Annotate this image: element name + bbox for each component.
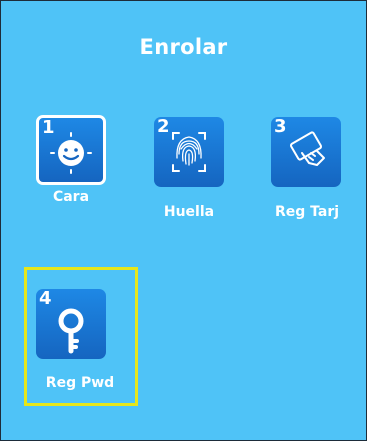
page-title: Enrolar bbox=[139, 35, 228, 59]
key-icon bbox=[58, 308, 84, 354]
enroll-face-button[interactable]: 1 bbox=[36, 115, 106, 185]
enroll-screen: Enrolar 1 Cara 2 Huella 3 Reg Tarj 4 Reg… bbox=[0, 0, 367, 441]
enroll-fingerprint-label: Huella bbox=[163, 204, 215, 220]
card-icon bbox=[289, 131, 325, 166]
fingerprint-icon bbox=[172, 132, 206, 172]
enroll-face-label: Cara bbox=[52, 189, 90, 205]
enroll-fingerprint-button[interactable]: 2 bbox=[154, 117, 224, 187]
register-card-button[interactable]: 3 bbox=[271, 117, 341, 187]
face-icon bbox=[50, 132, 92, 174]
register-card-label: Reg Tarj bbox=[274, 204, 340, 220]
register-password-label: Reg Pwd bbox=[45, 375, 115, 391]
register-password-button[interactable]: 4 bbox=[36, 289, 106, 359]
